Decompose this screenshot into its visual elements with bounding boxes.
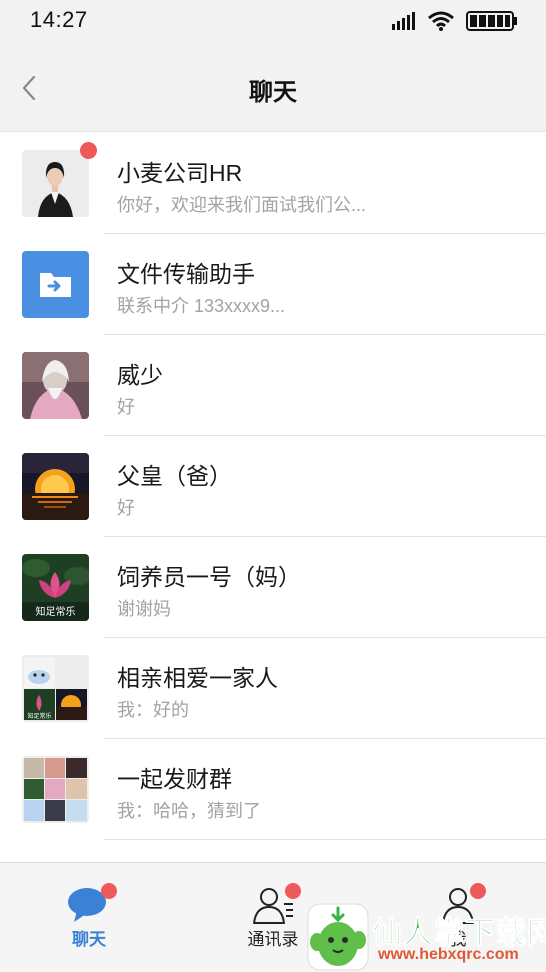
chat-item-fortune-group[interactable]: 一起发财群 我：哈哈，猜到了	[0, 739, 546, 840]
chat-preview: 我：好的	[117, 700, 189, 720]
chat-preview: 我：哈哈，猜到了	[117, 801, 261, 821]
chat-name: 饲养员一号（妈）	[117, 564, 301, 590]
watermark: 仙人掌下载网 www.hebxqrc.com	[306, 902, 546, 972]
chat-item-dad[interactable]: 父皇（爸） 好	[0, 436, 546, 537]
chat-item-family-group[interactable]: 知足常乐 相亲相爱一家人 我：好的	[0, 638, 546, 739]
tab-badge	[101, 883, 117, 899]
status-icons	[392, 11, 518, 31]
watermark-url: www.hebxqrc.com	[378, 946, 519, 963]
status-bar: 14:27	[0, 0, 546, 44]
avatar: 知足常乐	[22, 554, 89, 621]
battery-icon	[466, 11, 517, 31]
avatar-caption: 知足常乐	[27, 713, 52, 720]
chat-preview: 好	[117, 397, 135, 417]
tab-badge	[285, 883, 301, 899]
status-time: 14:27	[30, 7, 88, 32]
avatar-caption: 知足常乐	[35, 607, 76, 618]
group-avatar	[22, 756, 89, 823]
signal-icon	[392, 12, 415, 30]
tab-chats[interactable]: 聊天	[29, 863, 149, 972]
avatar	[22, 251, 89, 318]
chat-name: 父皇（爸）	[117, 463, 232, 489]
tab-label: 聊天	[72, 930, 106, 949]
chat-preview: 好	[117, 498, 135, 518]
chat-name: 文件传输助手	[117, 261, 255, 287]
chat-item-weishao[interactable]: 威少 好	[0, 335, 546, 436]
chat-preview: 谢谢妈	[117, 599, 171, 619]
nav-bar: 聊天	[0, 44, 546, 132]
chat-item-hr[interactable]: 小麦公司HR 你好，欢迎来我们面试我们公...	[0, 133, 546, 234]
chat-name: 相亲相爱一家人	[117, 665, 278, 691]
chat-preview: 你好，欢迎来我们面试我们公...	[117, 195, 367, 215]
divider	[104, 839, 546, 840]
chat-item-file-transfer[interactable]: 文件传输助手 联系中介 133xxxx9...	[0, 234, 546, 335]
unread-badge	[80, 142, 97, 159]
page-title: 聊天	[249, 79, 297, 106]
chat-preview: 联系中介 133xxxx9...	[117, 296, 286, 316]
chat-list: 小麦公司HR 你好，欢迎来我们面试我们公... 文件传输助手 联系中介 133x…	[0, 133, 546, 840]
chat-name: 威少	[117, 362, 163, 388]
wifi-icon	[428, 11, 454, 31]
group-avatar: 知足常乐	[22, 655, 89, 722]
chat-name: 小麦公司HR	[117, 160, 243, 186]
cactus-logo-icon	[307, 903, 369, 971]
file-transfer-icon	[22, 251, 89, 318]
avatar	[22, 453, 89, 520]
chat-name: 一起发财群	[117, 766, 232, 792]
chat-item-mom[interactable]: 知足常乐 饲养员一号（妈） 谢谢妈	[0, 537, 546, 638]
avatar	[22, 150, 89, 217]
tab-badge	[470, 883, 486, 899]
avatar	[22, 352, 89, 419]
